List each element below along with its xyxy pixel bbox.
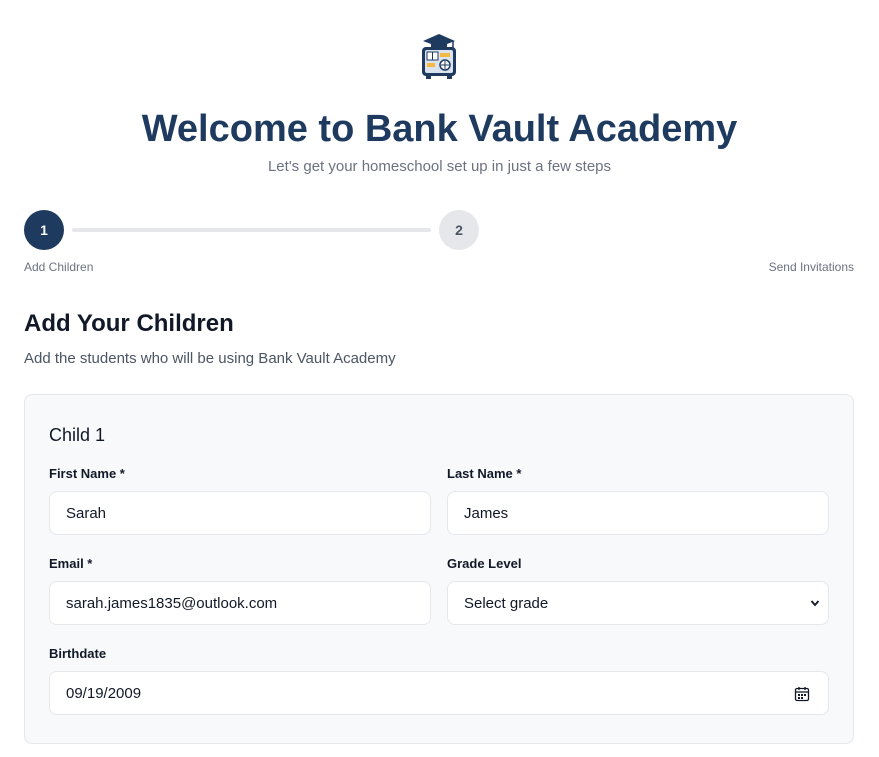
- onboarding-page: Welcome to Bank Vault Academy Let's get …: [0, 0, 879, 757]
- section-subtitle: Add the students who will be using Bank …: [24, 350, 396, 367]
- step-connector: [72, 228, 431, 232]
- grade-level-value: Select grade: [464, 594, 549, 612]
- last-name-input[interactable]: James: [447, 491, 829, 535]
- first-name-input[interactable]: Sarah: [49, 491, 431, 535]
- email-value: sarah.james1835@outlook.com: [66, 594, 278, 612]
- child-card-title: Child 1: [49, 425, 106, 445]
- first-name-label: First Name *: [49, 466, 125, 481]
- grade-level-select[interactable]: Select grade: [447, 581, 829, 625]
- birthdate-value: 09/19/2009: [66, 684, 142, 702]
- first-name-value: Sarah: [66, 504, 107, 522]
- progress-stepper: 1 2 Add Children Send Invitations: [24, 210, 854, 280]
- page-subtitle: Let's get your homeschool set up in just…: [267, 158, 612, 175]
- email-input[interactable]: sarah.james1835@outlook.com: [49, 581, 431, 625]
- grade-level-label: Grade Level: [447, 556, 522, 571]
- page-title: Welcome to Bank Vault Academy: [141, 108, 738, 150]
- step-1-label: Add Children: [24, 260, 94, 274]
- email-label: Email *: [49, 556, 93, 571]
- section-title: Add Your Children: [24, 310, 234, 337]
- birthdate-input[interactable]: 09/19/2009: [49, 671, 829, 715]
- child-card: Child 1 First Name * Sarah Last Name * J…: [24, 394, 854, 744]
- chevron-down-icon: [810, 600, 820, 607]
- birthdate-label: Birthdate: [49, 646, 107, 661]
- step-1-indicator: 1: [24, 210, 64, 250]
- step-2-indicator: 2: [439, 210, 479, 250]
- step-2-label: Send Invitations: [768, 260, 854, 274]
- last-name-label: Last Name *: [447, 466, 522, 481]
- last-name-value: James: [464, 504, 509, 522]
- calendar-icon[interactable]: [794, 686, 810, 702]
- vault-graduation-cap-icon: [422, 34, 456, 79]
